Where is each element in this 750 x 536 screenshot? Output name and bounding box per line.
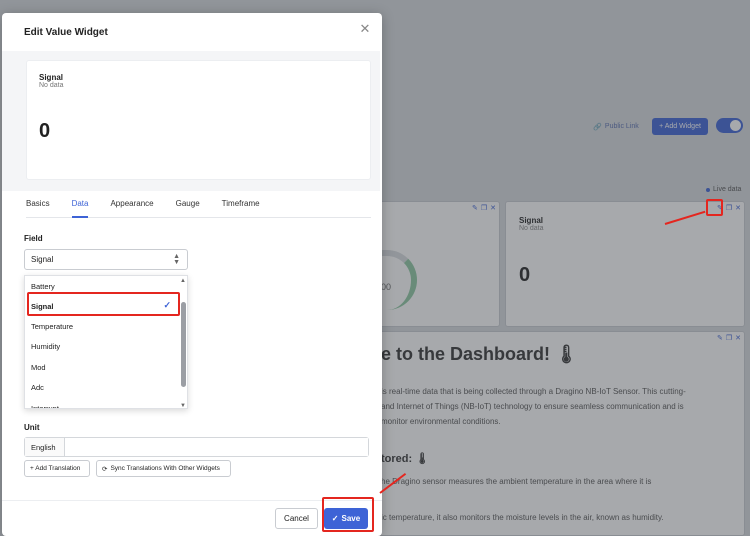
- dropdown-option-temperature[interactable]: Temperature: [25, 316, 181, 336]
- dropdown-option-mod[interactable]: Mod: [25, 357, 181, 377]
- updown-chevron-icon: ▲ ▼: [173, 253, 180, 266]
- widget-preview-card: Signal No data 0: [26, 60, 371, 180]
- unit-input-group: English: [24, 437, 369, 457]
- close-icon[interactable]: ✕: [358, 22, 372, 36]
- unit-input[interactable]: [65, 438, 368, 456]
- annotation-box-signal: [27, 292, 180, 316]
- annotation-box-edit: [706, 199, 723, 216]
- scroll-up-icon[interactable]: ▲: [180, 278, 186, 284]
- dropdown-option-humidity[interactable]: Humidity: [25, 336, 181, 356]
- tab-basics[interactable]: Basics: [26, 193, 50, 218]
- scroll-down-icon[interactable]: ▼: [180, 403, 186, 408]
- sync-icon: ⟳: [102, 465, 108, 473]
- settings-tabs: Basics Data Appearance Gauge Timeframe: [26, 193, 371, 218]
- add-translation-button[interactable]: + Add Translation: [24, 460, 90, 477]
- tab-appearance[interactable]: Appearance: [110, 193, 153, 218]
- dropdown-scrollbar[interactable]: ▲ ▼: [179, 276, 187, 408]
- tab-timeframe[interactable]: Timeframe: [222, 193, 260, 218]
- unit-language: English: [25, 438, 65, 456]
- unit-label: Unit: [24, 423, 40, 432]
- sync-translations-button[interactable]: ⟳ Sync Translations With Other Widgets: [96, 460, 231, 477]
- annotation-box-save: [322, 497, 374, 532]
- field-select-value: Signal: [31, 255, 54, 264]
- scroll-thumb[interactable]: [181, 302, 186, 387]
- field-label: Field: [24, 234, 43, 243]
- dropdown-option-adc[interactable]: Adc: [25, 377, 181, 397]
- tab-gauge[interactable]: Gauge: [176, 193, 200, 218]
- cancel-button[interactable]: Cancel: [275, 508, 318, 529]
- tab-data[interactable]: Data: [71, 193, 89, 218]
- field-select[interactable]: Signal ▲ ▼: [24, 249, 188, 270]
- dropdown-option-interrupt[interactable]: Interrupt: [25, 398, 181, 409]
- preview-value: 0: [39, 120, 51, 142]
- preview-title: Signal: [39, 73, 64, 82]
- preview-subtitle: No data: [39, 82, 64, 89]
- modal-title: Edit Value Widget: [24, 27, 108, 38]
